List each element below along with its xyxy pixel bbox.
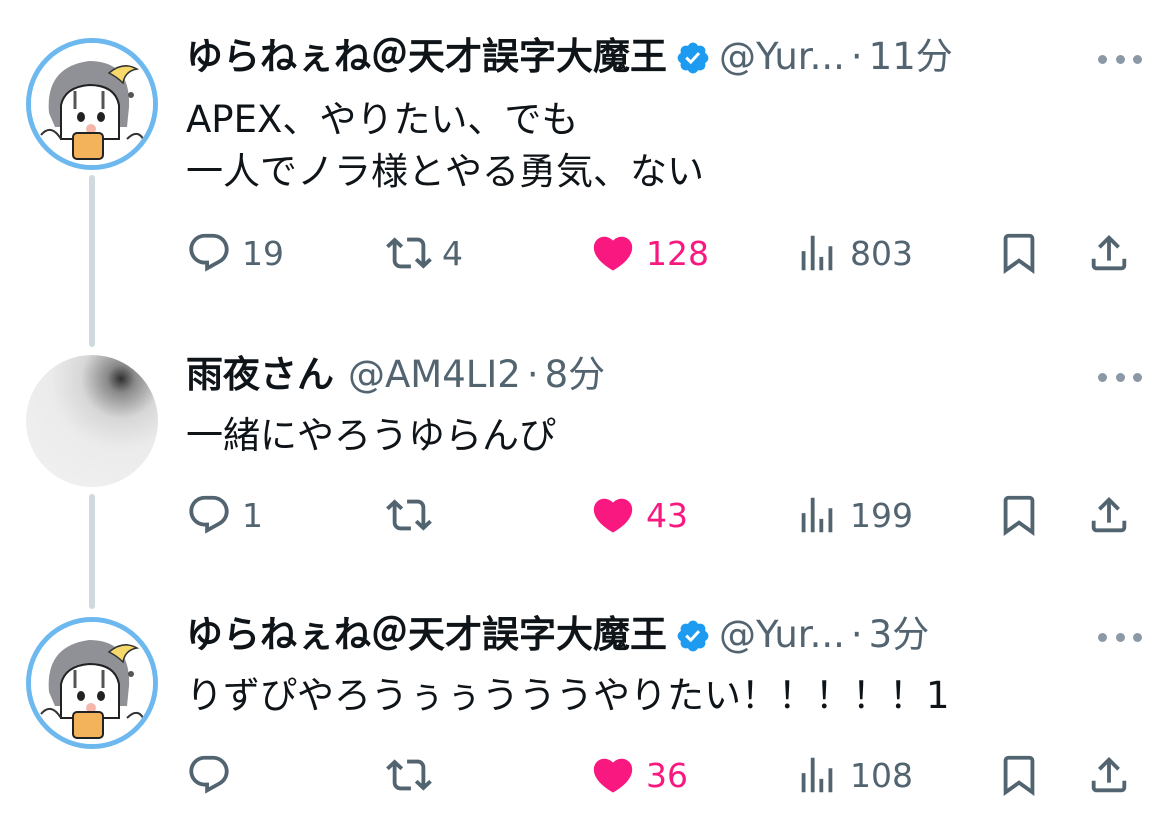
- avatar-illustration: [31, 622, 153, 744]
- timestamp[interactable]: 11分: [869, 32, 953, 82]
- share-button[interactable]: [1086, 490, 1132, 540]
- views-icon: [801, 497, 833, 533]
- views-icon: [801, 757, 833, 793]
- tweet-text: りずぴやろうぅぅうううやりたい！！！！！1: [186, 674, 950, 717]
- like-count: 36: [646, 755, 688, 795]
- thread-line: [89, 175, 95, 347]
- reply-button[interactable]: 19: [186, 228, 284, 278]
- retweet-icon: [386, 499, 432, 531]
- verified-badge-icon: [675, 617, 711, 653]
- tweet-header: 雨夜さん @AM4LI2 · 8分: [186, 350, 605, 400]
- action-bar: 19 4 128 803: [186, 228, 1146, 278]
- thread-line: [89, 494, 95, 609]
- share-icon: [1091, 756, 1127, 793]
- bookmark-icon: [1003, 233, 1035, 274]
- share-icon: [1091, 496, 1127, 533]
- retweet-button[interactable]: [386, 490, 442, 540]
- share-icon: [1091, 234, 1127, 271]
- views-count: 199: [850, 495, 913, 535]
- bookmark-button[interactable]: [996, 228, 1042, 278]
- reply-button[interactable]: 1: [186, 490, 263, 540]
- heart-icon: [593, 498, 633, 533]
- verified-badge-icon: [675, 39, 711, 75]
- timestamp[interactable]: 3分: [869, 610, 930, 660]
- separator-dot: ·: [526, 353, 539, 396]
- reply-count: 19: [242, 233, 284, 273]
- handle[interactable]: @Yur...: [719, 32, 845, 82]
- bookmark-icon: [1003, 495, 1035, 536]
- views-count: 108: [850, 755, 913, 795]
- retweet-count: 4: [442, 233, 463, 273]
- retweet-icon: [386, 237, 432, 269]
- separator-dot: ·: [850, 613, 863, 656]
- like-button[interactable]: 43: [590, 490, 688, 540]
- views-button[interactable]: 108: [794, 750, 913, 800]
- bookmark-button[interactable]: [996, 490, 1042, 540]
- reply-icon: [189, 233, 229, 272]
- more-options-icon[interactable]: [1098, 370, 1142, 384]
- display-name[interactable]: ゆらねぇね＠天才誤字大魔王: [186, 32, 667, 82]
- reply-button[interactable]: [186, 750, 242, 800]
- handle[interactable]: @Yur...: [719, 610, 845, 660]
- bookmark-icon: [1003, 755, 1035, 796]
- avatar[interactable]: [26, 617, 158, 749]
- retweet-icon: [386, 759, 432, 791]
- avatar-illustration: [31, 43, 153, 165]
- action-bar: 36 108: [186, 750, 1146, 800]
- views-button[interactable]: 803: [794, 228, 913, 278]
- display-name[interactable]: 雨夜さん: [186, 350, 334, 400]
- avatar[interactable]: [26, 355, 158, 487]
- heart-icon: [593, 236, 633, 271]
- retweet-button[interactable]: [386, 750, 442, 800]
- timestamp[interactable]: 8分: [545, 350, 606, 400]
- reply-icon: [189, 495, 229, 534]
- like-button[interactable]: 36: [590, 750, 688, 800]
- reply-icon: [189, 755, 229, 794]
- avatar[interactable]: [26, 38, 158, 170]
- more-options-icon[interactable]: [1098, 52, 1142, 66]
- views-button[interactable]: 199: [794, 490, 913, 540]
- more-options-icon[interactable]: [1098, 630, 1142, 644]
- tweet-text: APEX、やりたい、でも 一人でノラ様とやる勇気、ない: [186, 98, 704, 193]
- views-icon: [801, 235, 833, 271]
- like-button[interactable]: 128: [590, 228, 709, 278]
- reply-count: 1: [242, 495, 263, 535]
- share-button[interactable]: [1086, 750, 1132, 800]
- tweet-header: ゆらねぇね＠天才誤字大魔王 @Yur... · 11分: [186, 32, 953, 82]
- heart-icon: [593, 758, 633, 793]
- like-count: 43: [646, 495, 688, 535]
- bookmark-button[interactable]: [996, 750, 1042, 800]
- tweet-text: 一緒にやろうゆらんぴ: [186, 414, 556, 457]
- display-name[interactable]: ゆらねぇね＠天才誤字大魔王: [186, 610, 667, 660]
- retweet-button[interactable]: 4: [386, 228, 463, 278]
- action-bar: 1 43 199: [186, 490, 1146, 540]
- views-count: 803: [850, 233, 913, 273]
- tweet-header: ゆらねぇね＠天才誤字大魔王 @Yur... · 3分: [186, 610, 929, 660]
- separator-dot: ·: [850, 35, 863, 78]
- handle[interactable]: @AM4LI2: [348, 350, 521, 400]
- share-button[interactable]: [1086, 228, 1132, 278]
- like-count: 128: [646, 233, 709, 273]
